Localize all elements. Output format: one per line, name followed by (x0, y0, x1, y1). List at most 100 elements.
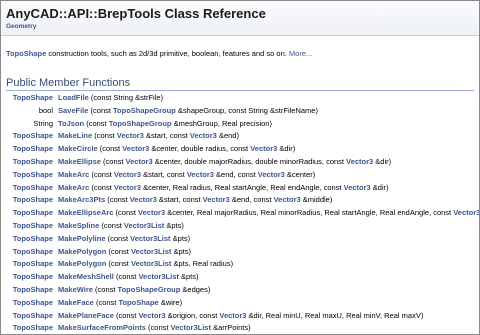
member-signature: MakePlaneFace (const Vector3 &origion, c… (58, 310, 423, 323)
member-function-list: TopoShape LoadFile (const String &strFile… (1, 92, 479, 334)
member-return-type[interactable]: TopoShape (13, 258, 53, 271)
param-text: &pts) (164, 220, 184, 230)
member-function-link[interactable]: MakePolygon (58, 247, 106, 256)
member-return-type[interactable]: TopoShape (13, 297, 53, 310)
member-function-link[interactable]: MakeWire (58, 285, 93, 294)
param-type-link[interactable]: Vector3 (138, 208, 165, 217)
param-text: &middle) (300, 195, 333, 205)
param-type-link[interactable]: Vector3 (250, 144, 277, 153)
member-signature: MakeArc (const Vector3 &start, const Vec… (58, 169, 315, 182)
member-return-type[interactable]: TopoShape (13, 92, 53, 105)
param-text: (const (92, 284, 118, 294)
brief-type-link[interactable]: TopoShape (6, 49, 46, 58)
param-type-link[interactable]: Vector3 (126, 157, 153, 166)
member-signature: MakeFace (const TopoShape &wire) (58, 297, 182, 310)
member-signature: MakeCircle (const Vector3 &center, doubl… (58, 143, 295, 156)
member-return-type[interactable]: TopoShape (13, 310, 53, 323)
param-type-link[interactable]: Vector3List (171, 323, 211, 332)
member-function-link[interactable]: MakePlaneFace (58, 311, 114, 320)
member-function-link[interactable]: MakeEllipseArc (58, 208, 113, 217)
member-function-link[interactable]: MakeCircle (58, 144, 98, 153)
param-text: &end, const (213, 169, 258, 179)
member-signature: MakeEllipseArc (const Vector3 &center, R… (58, 207, 479, 220)
member-row: TopoShape LoadFile (const String &strFile… (1, 92, 479, 105)
param-type-link[interactable]: Vector3 (187, 170, 214, 179)
param-text: (const (84, 118, 109, 128)
param-type-link[interactable]: Vector3 (219, 311, 246, 320)
section-heading-public-member-functions: Public Member Functions (6, 77, 131, 89)
param-text: &arrPoints) (210, 323, 251, 333)
param-type-link[interactable]: Vector3 (138, 311, 165, 320)
member-function-link[interactable]: MakeFace (58, 298, 94, 307)
member-function-link[interactable]: MakePolyline (58, 234, 106, 243)
member-function-link[interactable]: MakeSurfaceFromPoints (58, 323, 146, 332)
member-return-type[interactable]: TopoShape (13, 322, 53, 334)
member-signature: MakeSurfaceFromPoints (const Vector3List… (58, 322, 251, 334)
more-link[interactable]: More... (289, 49, 312, 58)
member-return-type[interactable]: TopoShape (13, 156, 53, 169)
member-return-type[interactable]: TopoShape (13, 246, 53, 259)
doc-page: AnyCAD::API::BrepTools Class Reference G… (0, 0, 480, 335)
param-type-link[interactable]: Vector3 (258, 170, 285, 179)
param-text: (const (99, 220, 124, 230)
member-return-type[interactable]: TopoShape (13, 220, 53, 233)
param-type-link[interactable]: TopoShapeGroup (118, 285, 181, 294)
member-function-link[interactable]: SaveFile (58, 106, 88, 115)
group-link-geometry[interactable]: Geometry (6, 23, 36, 30)
member-return-type[interactable]: TopoShape (13, 233, 53, 246)
member-row: TopoShape MakeSurfaceFromPoints (const Ve… (1, 322, 479, 334)
param-text: &end) (216, 131, 239, 141)
param-type-link[interactable]: Vector3 (190, 131, 217, 140)
param-type-link[interactable]: Vector3 (122, 144, 149, 153)
member-function-link[interactable]: ToJson (58, 119, 84, 128)
param-type-link[interactable]: Vector3List (130, 234, 170, 243)
param-type-link[interactable]: Vector3List (124, 221, 164, 230)
param-type-link[interactable]: Vector3 (130, 195, 157, 204)
param-text: &origion, const (165, 310, 220, 320)
param-text: (const (105, 195, 130, 205)
param-type-link[interactable]: Vector3List (138, 272, 178, 281)
member-function-link[interactable]: MakeLine (58, 131, 92, 140)
member-function-link[interactable]: MakeEllipse (58, 157, 101, 166)
member-return-type[interactable]: TopoShape (13, 207, 53, 220)
member-return-type[interactable]: TopoShape (13, 194, 53, 207)
param-type-link[interactable]: Vector3 (203, 195, 230, 204)
param-type-link[interactable]: Vector3 (344, 183, 371, 192)
param-type-link[interactable]: TopoShapeGroup (109, 119, 172, 128)
param-text: &shapeGroup, const String &strFileName) (175, 105, 318, 115)
page-header: AnyCAD::API::BrepTools Class Reference G… (1, 1, 479, 36)
member-return-type[interactable]: TopoShape (13, 284, 53, 297)
member-signature: SaveFile (const TopoShapeGroup &shapeGro… (58, 105, 318, 118)
member-function-link[interactable]: MakeArc (58, 183, 89, 192)
member-signature: MakeArc3Pts (const Vector3 &start, const… (58, 194, 332, 207)
param-text: &edges) (180, 284, 211, 294)
member-function-link[interactable]: MakeMeshShell (58, 272, 114, 281)
member-return-type[interactable]: TopoShape (13, 182, 53, 195)
param-type-link[interactable]: Vector3 (346, 157, 373, 166)
param-type-link[interactable]: Vector3List (131, 259, 171, 268)
member-function-link[interactable]: MakePolygon (58, 259, 106, 268)
param-type-link[interactable]: TopoShapeGroup (113, 106, 176, 115)
member-return-type[interactable]: TopoShape (13, 143, 53, 156)
param-type-link[interactable]: Vector3 (453, 208, 479, 217)
param-type-link[interactable]: Vector3 (114, 183, 141, 192)
param-text: (const (145, 323, 171, 333)
param-type-link[interactable]: TopoShape (118, 298, 158, 307)
member-function-link[interactable]: MakeArc3Pts (58, 195, 105, 204)
param-text: (const (113, 208, 139, 218)
member-function-link[interactable]: MakeSpline (58, 221, 99, 230)
param-type-link[interactable]: Vector3 (274, 195, 301, 204)
member-return-type[interactable]: TopoShape (13, 271, 53, 284)
member-return-type[interactable]: TopoShape (13, 130, 53, 143)
member-row: TopoShape MakeArc (const Vector3 &start, … (1, 169, 479, 182)
param-text: (const (106, 246, 131, 256)
param-text: (const (89, 182, 114, 192)
param-type-link[interactable]: Vector3 (114, 170, 141, 179)
member-row: TopoShape MakeCircle (const Vector3 &cent… (1, 143, 479, 156)
param-type-link[interactable]: Vector3 (117, 131, 144, 140)
member-function-link[interactable]: LoadFile (58, 93, 89, 102)
member-function-link[interactable]: MakeArc (58, 170, 89, 179)
param-type-link[interactable]: Vector3List (131, 247, 171, 256)
member-return-type[interactable]: TopoShape (13, 169, 53, 182)
member-return-type: String (33, 118, 53, 128)
